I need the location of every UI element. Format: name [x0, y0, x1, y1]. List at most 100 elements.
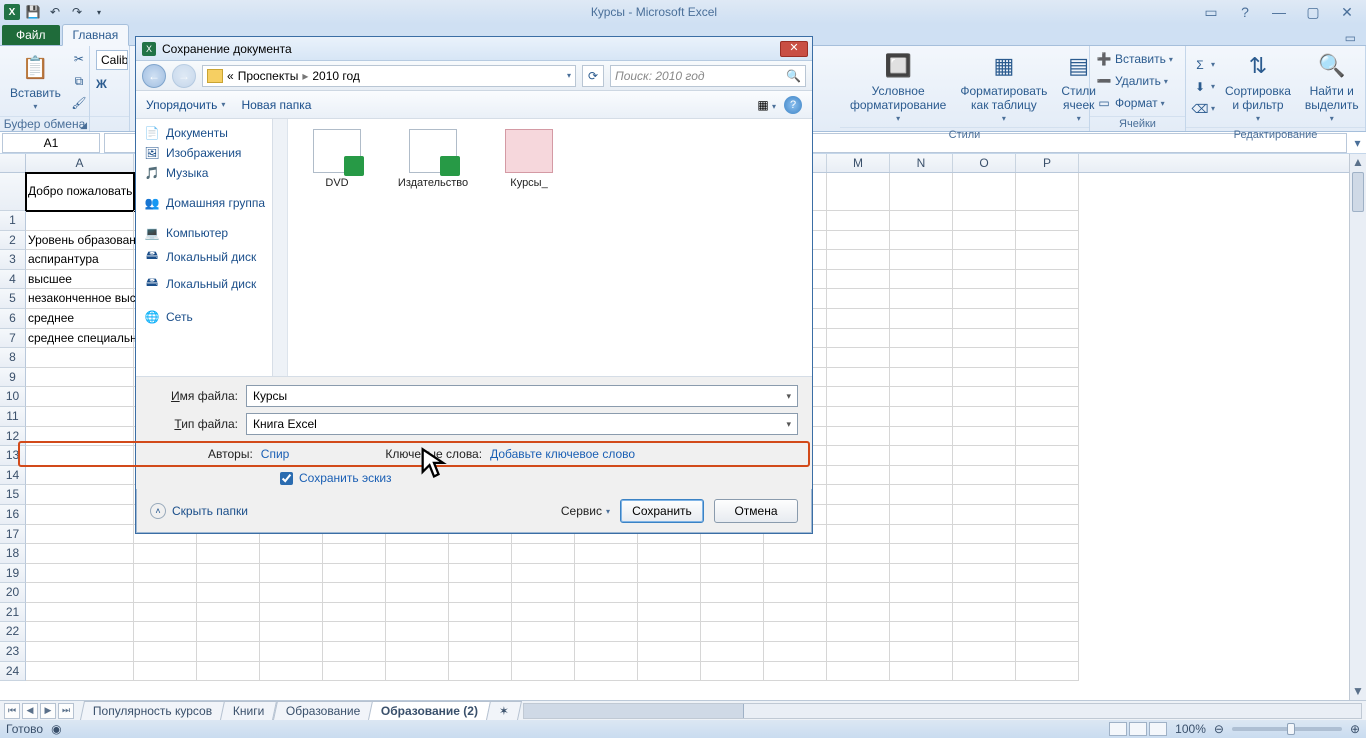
cell[interactable]: [1016, 270, 1079, 290]
cell[interactable]: [1016, 466, 1079, 486]
cell[interactable]: [575, 662, 638, 682]
row-header[interactable]: 3: [0, 250, 26, 270]
horizontal-scrollbar[interactable]: [523, 703, 1362, 719]
row-header[interactable]: 21: [0, 603, 26, 623]
cell[interactable]: [26, 485, 134, 505]
row-header[interactable]: 10: [0, 387, 26, 407]
zoom-percent[interactable]: 100%: [1175, 722, 1206, 736]
view-layout-icon[interactable]: [1129, 722, 1147, 736]
cell[interactable]: [827, 583, 890, 603]
cell[interactable]: [323, 622, 386, 642]
cell[interactable]: [890, 427, 953, 447]
sheet-tab[interactable]: Образование (2): [368, 701, 491, 720]
cell[interactable]: [953, 583, 1016, 603]
cell[interactable]: [764, 642, 827, 662]
cell[interactable]: [638, 642, 701, 662]
delete-button[interactable]: ➖Удалить▾: [1096, 71, 1173, 91]
row-header[interactable]: 4: [0, 270, 26, 290]
format-as-table-button[interactable]: ▦ Форматировать как таблицу▾: [956, 48, 1051, 125]
row-header[interactable]: 2: [0, 231, 26, 251]
dialog-help-icon[interactable]: ?: [784, 96, 802, 114]
cell[interactable]: [953, 387, 1016, 407]
zoom-out-icon[interactable]: ⊖: [1214, 722, 1224, 736]
qat-customize-icon[interactable]: ▾: [90, 3, 108, 21]
cell[interactable]: [638, 564, 701, 584]
name-box[interactable]: A1: [2, 133, 100, 153]
cell[interactable]: [449, 603, 512, 623]
cell[interactable]: [323, 583, 386, 603]
filetype-combo[interactable]: Книга Excel▾: [246, 413, 798, 435]
copy-button[interactable]: ⧉: [71, 71, 87, 91]
ribbon-min-icon[interactable]: ▭: [1345, 31, 1356, 45]
cell[interactable]: [197, 642, 260, 662]
cell[interactable]: [827, 603, 890, 623]
cell[interactable]: [890, 544, 953, 564]
cell[interactable]: [764, 603, 827, 623]
col-header-P[interactable]: P: [1016, 154, 1079, 172]
cell[interactable]: [890, 211, 953, 231]
scroll-down-icon[interactable]: ▼: [1350, 683, 1366, 700]
cell[interactable]: [827, 446, 890, 466]
cell[interactable]: [1016, 289, 1079, 309]
zoom-slider[interactable]: [1232, 727, 1342, 731]
cell[interactable]: [386, 662, 449, 682]
sheet-nav-button[interactable]: ▶: [40, 703, 56, 719]
row-header[interactable]: 24: [0, 662, 26, 682]
cell[interactable]: [827, 173, 890, 211]
cell[interactable]: [26, 387, 134, 407]
cell[interactable]: [827, 407, 890, 427]
tree-item[interactable]: 🎵Музыка: [136, 163, 287, 183]
row-header[interactable]: 20: [0, 583, 26, 603]
cell[interactable]: [953, 329, 1016, 349]
cell[interactable]: [827, 427, 890, 447]
cell[interactable]: [638, 544, 701, 564]
cell[interactable]: [26, 407, 134, 427]
organize-button[interactable]: Упорядочить▾: [146, 98, 225, 112]
cell[interactable]: [890, 348, 953, 368]
sheet-nav-button[interactable]: ⏮: [4, 703, 20, 719]
cell[interactable]: [890, 622, 953, 642]
cell[interactable]: [1016, 622, 1079, 642]
cell[interactable]: [26, 622, 134, 642]
cell[interactable]: [1016, 407, 1079, 427]
cell[interactable]: [827, 250, 890, 270]
cell[interactable]: [26, 662, 134, 682]
tree-scrollbar[interactable]: [272, 119, 287, 376]
cell[interactable]: [197, 662, 260, 682]
vertical-scrollbar[interactable]: ▲ ▼: [1349, 154, 1366, 700]
col-header-O[interactable]: O: [953, 154, 1016, 172]
cell[interactable]: [953, 270, 1016, 290]
refresh-button[interactable]: ⟳: [582, 65, 604, 87]
cell[interactable]: [512, 662, 575, 682]
help-icon[interactable]: ?: [1234, 4, 1256, 21]
chevron-right-icon[interactable]: ▸: [302, 69, 308, 83]
cell[interactable]: [1016, 427, 1079, 447]
filename-input[interactable]: Курсы▾: [246, 385, 798, 407]
tree-item[interactable]: 👥Домашняя группа: [136, 193, 287, 213]
cell[interactable]: [26, 466, 134, 486]
qat-undo-icon[interactable]: ↶: [46, 3, 64, 21]
launcher-icon[interactable]: ◢: [80, 118, 87, 133]
breadcrumb-seg-2[interactable]: 2010 год: [312, 69, 360, 83]
cell[interactable]: [827, 485, 890, 505]
cell[interactable]: [260, 642, 323, 662]
cell[interactable]: [827, 289, 890, 309]
cell[interactable]: [953, 622, 1016, 642]
file-item[interactable]: Курсы_: [494, 129, 564, 190]
macro-record-icon[interactable]: ◉: [51, 722, 61, 736]
app-icon[interactable]: X: [4, 4, 20, 20]
row-header[interactable]: 16: [0, 505, 26, 525]
cell[interactable]: [953, 289, 1016, 309]
cell[interactable]: [827, 505, 890, 525]
cell[interactable]: [1016, 525, 1079, 545]
cell[interactable]: [260, 564, 323, 584]
cell[interactable]: [953, 427, 1016, 447]
cell[interactable]: [134, 642, 197, 662]
cell[interactable]: [134, 583, 197, 603]
cell[interactable]: [701, 544, 764, 564]
row-header[interactable]: 9: [0, 368, 26, 388]
cell[interactable]: [1016, 231, 1079, 251]
cell[interactable]: [953, 603, 1016, 623]
cell[interactable]: [1016, 485, 1079, 505]
sheet-tab[interactable]: Книги: [220, 701, 277, 720]
